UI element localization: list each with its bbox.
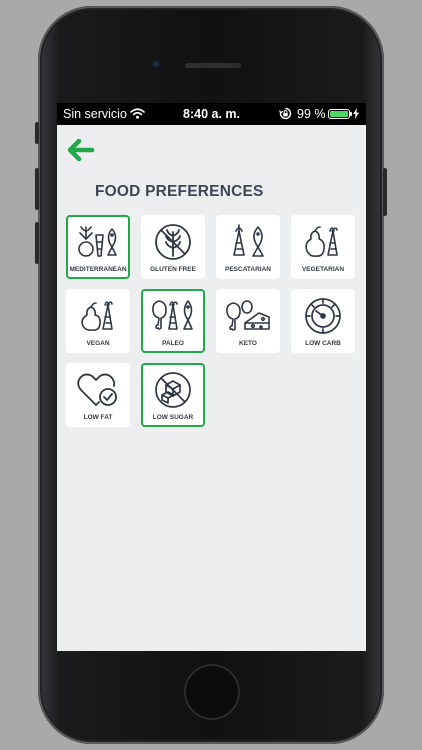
mediterranean-icon — [78, 226, 117, 257]
volume-down-button — [35, 222, 39, 264]
charging-bolt-icon — [353, 108, 359, 122]
preference-label: GLUTEN FREE — [150, 266, 196, 273]
power-button — [383, 168, 387, 216]
low-carb-icon — [305, 298, 341, 334]
preference-vegan[interactable]: VEGAN — [66, 289, 130, 353]
preference-label: PALEO — [162, 340, 184, 347]
preference-label: KETO — [239, 340, 257, 347]
mute-switch — [35, 122, 39, 144]
preference-label: VEGAN — [86, 340, 110, 347]
preference-low-carb[interactable]: LOW CARB — [291, 289, 355, 353]
gluten-free-icon — [155, 224, 191, 260]
vegetarian-icon — [305, 226, 338, 257]
preference-pescatarian[interactable]: PESCATARIAN — [216, 215, 280, 279]
preference-vegetarian[interactable]: VEGETARIAN — [291, 215, 355, 279]
vegan-icon — [81, 301, 113, 331]
preference-paleo[interactable]: PALEO — [141, 289, 205, 353]
low-fat-icon — [77, 373, 117, 406]
preference-label: PESCATARIAN — [225, 266, 271, 273]
preference-label: VEGETARIAN — [301, 266, 345, 273]
volume-up-button — [35, 168, 39, 210]
preference-keto[interactable]: KETO — [216, 289, 280, 353]
home-button[interactable] — [184, 664, 240, 720]
preference-gluten-free[interactable]: GLUTEN FREE — [141, 215, 205, 279]
front-camera — [152, 60, 162, 70]
earpiece-speaker — [185, 63, 241, 68]
battery-icon — [328, 109, 352, 119]
battery-percent: 99 % — [297, 107, 326, 121]
preference-low-fat[interactable]: LOW FAT — [66, 363, 130, 427]
preference-low-sugar[interactable]: LOW SUGAR — [141, 363, 205, 427]
keto-icon — [226, 300, 270, 331]
preference-mediterranean[interactable]: MEDITERRANEAN — [66, 215, 130, 279]
preference-label: LOW SUGAR — [152, 414, 194, 421]
page-title: FOOD PREFERENCES — [95, 183, 264, 200]
rotation-lock-icon — [279, 107, 292, 123]
preference-label: LOW CARB — [305, 340, 341, 347]
low-sugar-icon — [155, 372, 191, 408]
preference-label: LOW FAT — [83, 414, 113, 421]
status-bar: Sin servicio 8:40 a. m. 99 % — [57, 103, 366, 125]
preference-label: MEDITERRANEAN — [69, 266, 127, 273]
paleo-icon — [152, 300, 193, 330]
app-screen: Sin servicio 8:40 a. m. 99 % FOOD PREFER… — [57, 103, 366, 651]
back-arrow-icon[interactable] — [67, 138, 97, 163]
pescatarian-icon — [233, 224, 264, 257]
